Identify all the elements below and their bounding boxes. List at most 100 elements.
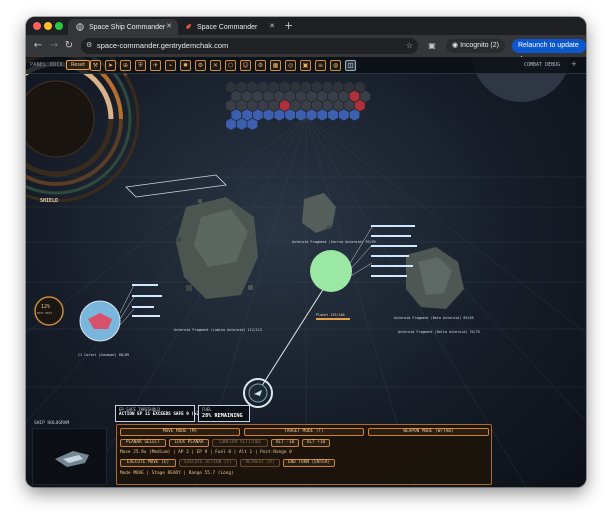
bookmark-star-icon[interactable]: ☆: [406, 38, 413, 54]
asteroid-large[interactable]: [176, 197, 258, 299]
hex-cell[interactable]: [349, 90, 360, 102]
hex-cell[interactable]: [354, 81, 365, 93]
hex-cell[interactable]: [344, 81, 355, 93]
hex-cell[interactable]: [274, 90, 285, 102]
hex-cell[interactable]: [290, 99, 301, 112]
hex-cell[interactable]: [301, 81, 312, 93]
hex-cell[interactable]: [333, 81, 344, 93]
combat-debug-expand-icon[interactable]: +: [571, 60, 577, 68]
relaunch-button[interactable]: Relaunch to update ⋮: [512, 39, 586, 63]
hex-cell[interactable]: [290, 81, 301, 93]
hex-cell[interactable]: [317, 109, 328, 121]
hex-cell[interactable]: [247, 99, 258, 112]
alt-minus-button[interactable]: ALT -10: [271, 439, 299, 447]
hex-cell[interactable]: [263, 90, 274, 102]
hex-cell[interactable]: [295, 90, 306, 102]
maximize-window-button[interactable]: [55, 22, 63, 30]
hex-cell[interactable]: [279, 81, 290, 93]
target-mode-button[interactable]: TARGET MODE (T): [244, 428, 364, 436]
execute-action-button[interactable]: EXECUTE ACTION (F): [179, 459, 237, 467]
planar-select-button[interactable]: PLANAR SELECT: [120, 439, 166, 447]
close-tab-icon[interactable]: ✕: [269, 22, 275, 30]
hex-cell[interactable]: [285, 90, 295, 102]
hex-cell[interactable]: [333, 99, 344, 112]
users-icon[interactable]: ☺: [240, 60, 251, 71]
close-window-button[interactable]: [33, 22, 41, 30]
box-icon[interactable]: ▦: [270, 60, 281, 71]
execute-move-button[interactable]: EXECUTE MOVE (E): [120, 459, 176, 467]
hex-cell[interactable]: [269, 99, 279, 112]
gear-icon[interactable]: ⚙: [255, 60, 266, 71]
close-tab-icon[interactable]: ✕: [166, 22, 172, 30]
hex-cell[interactable]: [328, 109, 338, 121]
hex-cell[interactable]: [312, 81, 322, 93]
cube-icon[interactable]: ▣: [300, 60, 311, 71]
crosshair-icon[interactable]: ⊕: [120, 60, 131, 71]
incognito-indicator[interactable]: ◉ Incognito (2): [446, 39, 505, 53]
flame-icon[interactable]: ✹: [180, 60, 191, 71]
hex-cell[interactable]: [226, 99, 236, 112]
hex-cell[interactable]: [231, 90, 242, 102]
tool-icon[interactable]: ⚙: [195, 60, 206, 71]
hex-cell[interactable]: [252, 109, 263, 121]
hex-cell[interactable]: [226, 81, 236, 93]
game-viewport[interactable]: SHIELD PANEL DOCK Reset ⚒ ➤ ⊕ ⛨ ✈ ⌁ ✹ ⚙ …: [26, 57, 586, 487]
asteroid-small[interactable]: [302, 193, 336, 233]
hex-cell[interactable]: [269, 81, 279, 93]
hex-cell[interactable]: [247, 81, 258, 93]
hex-cell[interactable]: [338, 109, 349, 121]
hex-cell[interactable]: [322, 99, 333, 112]
lock-planar-button[interactable]: LOCK PLANAR: [169, 439, 209, 447]
reset-button[interactable]: Reset: [66, 60, 90, 70]
forward-arrow-icon[interactable]: →: [48, 40, 60, 52]
hex-cell[interactable]: [258, 99, 269, 112]
ship-hologram[interactable]: [32, 428, 107, 485]
combat-debug-label[interactable]: COMBAT DEBUG: [524, 62, 560, 68]
hex-cell[interactable]: [322, 81, 333, 93]
back-arrow-icon[interactable]: ←: [32, 40, 44, 52]
hex-cell[interactable]: [236, 81, 247, 93]
hex-cell[interactable]: [263, 109, 274, 121]
hex-cell[interactable]: [338, 90, 349, 102]
hex-cell[interactable]: [231, 109, 242, 121]
hexagon-icon[interactable]: ⬡: [225, 60, 236, 71]
hex-cell[interactable]: [360, 90, 371, 102]
hex-cell[interactable]: [328, 90, 338, 102]
chart-icon[interactable]: ⌁: [165, 60, 176, 71]
rocket-icon[interactable]: ✈: [150, 60, 161, 71]
hex-cell[interactable]: [349, 109, 360, 121]
alt-plus-button[interactable]: ALT +10: [302, 439, 330, 447]
hex-cell[interactable]: [274, 109, 285, 121]
cursor-icon[interactable]: ➤: [105, 60, 116, 71]
confirm-altitude-button[interactable]: CONFIRM ALTITUDE: [212, 439, 268, 447]
wrench-icon[interactable]: ⚒: [90, 60, 101, 71]
extensions-icon[interactable]: ▣: [426, 40, 438, 52]
hex-cell[interactable]: [317, 90, 328, 102]
hex-cell[interactable]: [236, 99, 247, 112]
hex-cell[interactable]: [252, 90, 263, 102]
radar-icon[interactable]: ◫: [345, 60, 356, 71]
hex-cell[interactable]: [247, 118, 258, 130]
hex-cell[interactable]: [236, 118, 247, 130]
weapon-mode-button[interactable]: WEAPON MODE (W/TAB): [368, 428, 489, 436]
hex-cell[interactable]: [306, 90, 317, 102]
swords-icon[interactable]: ✕: [210, 60, 221, 71]
hex-cell[interactable]: [285, 109, 295, 121]
hex-cell[interactable]: [301, 99, 312, 112]
hex-cell[interactable]: [344, 99, 355, 112]
address-bar[interactable]: ⚙ space-commander.gentrydemchak.com ☆: [81, 38, 418, 54]
reload-icon[interactable]: ↻: [63, 40, 75, 52]
move-mode-button[interactable]: MOVE MODE (M): [120, 428, 240, 436]
globe-icon[interactable]: ◍: [330, 60, 341, 71]
minimize-window-button[interactable]: [44, 22, 52, 30]
hex-cell[interactable]: [312, 99, 322, 112]
end-turn-button[interactable]: END TURN (ENTER): [283, 459, 335, 467]
hex-cell[interactable]: [242, 109, 252, 121]
hex-cell[interactable]: [354, 99, 365, 112]
site-info-icon[interactable]: ⚙: [86, 38, 92, 54]
retreat-button[interactable]: RETREAT (R): [240, 459, 280, 467]
planet[interactable]: [310, 250, 352, 292]
tab-space-commander[interactable]: Space Commander ✕: [176, 19, 281, 35]
target-icon[interactable]: ◎: [285, 60, 296, 71]
new-tab-icon[interactable]: +: [284, 20, 293, 31]
